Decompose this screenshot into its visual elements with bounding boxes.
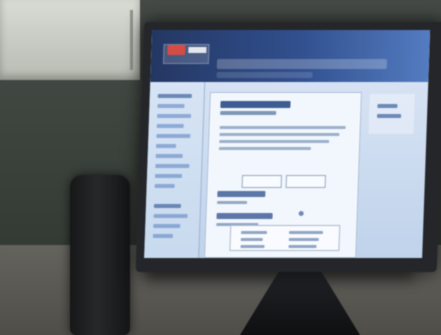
- form-label-3: [240, 245, 265, 248]
- page-title: [220, 101, 291, 108]
- sidebar-item-14[interactable]: [152, 234, 173, 238]
- sidebar-item-12[interactable]: [153, 214, 188, 218]
- form-label-2: [240, 238, 263, 241]
- logo-mark: [167, 45, 186, 55]
- sidebar-item-2[interactable]: [157, 104, 185, 108]
- button-left[interactable]: [241, 175, 283, 188]
- form-label-1: [240, 231, 268, 234]
- sidebar: [144, 82, 206, 258]
- paragraph-line-1: [219, 126, 346, 129]
- page-subtitle: [220, 111, 277, 115]
- paragraph-line-3: [219, 140, 330, 143]
- cabinet-frame: [10, 10, 133, 70]
- monitor: [135, 22, 441, 272]
- button-row: [241, 175, 327, 188]
- sidebar-item-5[interactable]: [156, 134, 191, 138]
- sidebar-item-7[interactable]: [155, 154, 183, 158]
- main-panel: [204, 92, 362, 258]
- form-value-3: [288, 245, 317, 248]
- sidebar-item-8[interactable]: [155, 164, 190, 168]
- cabinet: [0, 0, 140, 80]
- paragraph-line-2: [219, 133, 340, 136]
- sidebar-item-4[interactable]: [156, 124, 184, 128]
- photo-scene: [0, 0, 441, 335]
- sidebar-item-6[interactable]: [155, 144, 177, 148]
- sidebar-item-3[interactable]: [157, 114, 192, 118]
- monitor-screen: [144, 30, 431, 258]
- form-box: [229, 225, 341, 251]
- header-subband: [216, 72, 313, 78]
- logo-text-block: [188, 47, 207, 53]
- sidebar-item-10[interactable]: [154, 184, 175, 188]
- right-widget: [368, 94, 415, 134]
- section-title-2: [216, 213, 273, 219]
- sidebar-item-1[interactable]: [157, 94, 192, 98]
- site-header: [150, 30, 431, 82]
- paragraph-line-4: [218, 147, 311, 150]
- speaker: [70, 175, 130, 335]
- button-right[interactable]: [285, 175, 327, 188]
- header-band: [216, 59, 388, 69]
- section-text-1: [217, 201, 248, 204]
- radio-icon[interactable]: [298, 211, 304, 216]
- form-value-2: [288, 238, 319, 241]
- form-value-1: [288, 231, 324, 234]
- sidebar-item-13[interactable]: [153, 224, 181, 228]
- right-widget-line-2: [377, 114, 402, 118]
- sidebar-item-9[interactable]: [154, 174, 183, 178]
- sidebar-item-11[interactable]: [153, 204, 182, 208]
- section-title-1: [217, 191, 266, 197]
- right-widget-line-1: [377, 104, 398, 108]
